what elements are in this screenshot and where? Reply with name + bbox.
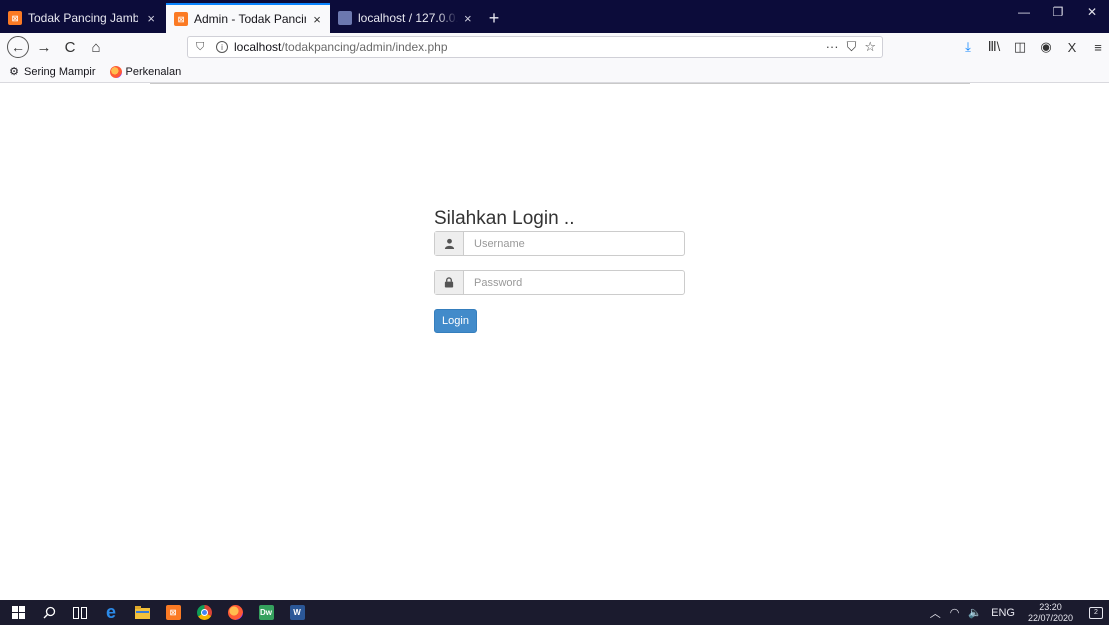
tab-todak-pancing-jambi[interactable]: ⊠ Todak Pancing Jambi × <box>0 3 166 33</box>
divider <box>150 83 970 84</box>
restore-icon[interactable]: ❐ <box>1041 0 1075 24</box>
taskbar-word[interactable]: W <box>284 600 310 625</box>
search-button[interactable] <box>36 600 62 625</box>
url-text[interactable]: localhost/todakpancing/admin/index.php <box>234 40 448 54</box>
task-view-icon <box>73 606 87 619</box>
tab-title: localhost / 127.0.0.1 / db_todak <box>358 11 458 25</box>
url-path: /todakpancing/admin/index.php <box>281 40 448 54</box>
forward-icon[interactable]: → <box>33 36 55 58</box>
library-icon[interactable]: Ⅲ\ <box>983 39 1005 55</box>
close-icon[interactable]: × <box>464 11 472 26</box>
taskbar-edge[interactable]: e <box>98 600 124 625</box>
login-button[interactable]: Login <box>434 309 477 333</box>
window-controls: — ❐ ✕ <box>1007 0 1109 24</box>
taskbar-chrome[interactable] <box>191 600 217 625</box>
bookmark-perkenalan[interactable]: Perkenalan <box>109 65 182 78</box>
user-icon <box>435 232 464 255</box>
username-group <box>434 231 685 256</box>
speaker-icon[interactable]: 🔈 <box>968 606 982 619</box>
password-group <box>434 270 685 295</box>
bookmark-star-icon[interactable]: ☆ <box>864 39 876 55</box>
start-button[interactable] <box>5 600 31 625</box>
sidebar-icon[interactable]: ◫ <box>1009 39 1031 55</box>
tab-title: Admin - Todak Pancing Jambi <box>194 12 306 26</box>
reload-icon[interactable]: C <box>59 36 81 58</box>
home-icon[interactable]: ⌂ <box>85 36 107 58</box>
search-icon <box>43 606 55 619</box>
taskbar-firefox[interactable] <box>222 600 248 625</box>
password-input[interactable] <box>464 271 684 294</box>
back-icon[interactable]: ← <box>7 36 29 58</box>
wifi-icon[interactable]: ◠ <box>950 606 960 619</box>
tab-strip: ⊠ Todak Pancing Jambi × ⊠ Admin - Todak … <box>0 0 1109 33</box>
lock-icon <box>435 271 464 294</box>
bookmark-label: Sering Mampir <box>24 65 96 78</box>
download-icon[interactable]: ⤓ <box>957 39 979 55</box>
task-view-button[interactable] <box>67 600 93 625</box>
toolbar-right: ⤓ Ⅲ\ ◫ ◉ X ≡ <box>953 36 1109 58</box>
word-icon: W <box>289 605 305 620</box>
chrome-icon <box>196 605 212 620</box>
folder-icon <box>134 606 150 619</box>
menu-icon[interactable]: ≡ <box>1087 40 1109 55</box>
firefox-icon <box>109 65 122 78</box>
url-bar[interactable]: ⛉ i localhost/todakpancing/admin/index.p… <box>187 36 883 58</box>
account-icon[interactable]: ◉ <box>1035 39 1057 55</box>
edge-icon: e <box>105 602 116 622</box>
close-icon[interactable]: × <box>144 11 158 26</box>
notification-icon: 2 <box>1089 606 1103 619</box>
username-input[interactable] <box>464 232 684 255</box>
tab-title: Todak Pancing Jambi <box>28 11 139 25</box>
notification-button[interactable]: 2 <box>1083 600 1109 625</box>
extension-icon[interactable]: X <box>1061 40 1083 55</box>
new-tab-button[interactable]: + <box>480 3 508 33</box>
taskbar-dreamweaver[interactable]: Dw <box>253 600 279 625</box>
taskbar: e ⊠ Dw W ︿ ◠ 🔈 ENG 23:20 22/07/2020 2 <box>0 600 1109 625</box>
bookmarks-bar: ⚙ Sering Mampir Perkenalan <box>0 61 1109 83</box>
taskbar-file-explorer[interactable] <box>129 600 155 625</box>
minimize-icon[interactable]: — <box>1007 0 1041 24</box>
page-title: Silahkan Login .. <box>434 208 575 229</box>
xampp-icon: ⊠ <box>8 11 22 25</box>
firefox-icon <box>227 605 243 620</box>
pocket-icon[interactable]: ⛉ <box>847 39 857 55</box>
chevron-up-icon[interactable]: ︿ <box>930 605 941 621</box>
tab-phpmyadmin[interactable]: localhost / 127.0.0.1 / db_todak × <box>330 3 480 33</box>
gear-icon: ⚙ <box>9 66 19 78</box>
clock[interactable]: 23:20 22/07/2020 <box>1028 602 1073 624</box>
bookmark-sering-mampir[interactable]: ⚙ Sering Mampir <box>8 65 96 79</box>
system-tray: ︿ ◠ 🔈 ENG 23:20 22/07/2020 2 <box>930 600 1109 625</box>
info-icon[interactable]: i <box>216 41 228 53</box>
close-icon[interactable]: × <box>312 12 322 27</box>
windows-icon <box>11 606 25 619</box>
bookmark-label: Perkenalan <box>125 65 182 78</box>
xampp-icon: ⊠ <box>174 12 188 26</box>
tracking-shield-icon[interactable]: ⛉ <box>196 41 208 54</box>
language-indicator[interactable]: ENG <box>991 607 1015 619</box>
tab-admin-todak-pancing-jambi[interactable]: ⊠ Admin - Todak Pancing Jambi × <box>166 3 330 33</box>
page-actions-icon[interactable]: ··· <box>826 39 839 55</box>
navigation-bar: ← → C ⌂ ⛉ i localhost/todakpancing/admin… <box>0 33 1109 61</box>
clock-time: 23:20 <box>1039 601 1062 612</box>
taskbar-xampp[interactable]: ⊠ <box>160 600 186 625</box>
xampp-icon: ⊠ <box>165 605 181 620</box>
window-close-icon[interactable]: ✕ <box>1075 0 1109 24</box>
url-host: localhost <box>234 40 282 54</box>
clock-date: 22/07/2020 <box>1027 612 1073 623</box>
phpmyadmin-icon <box>338 11 352 25</box>
dreamweaver-icon: Dw <box>258 605 274 620</box>
